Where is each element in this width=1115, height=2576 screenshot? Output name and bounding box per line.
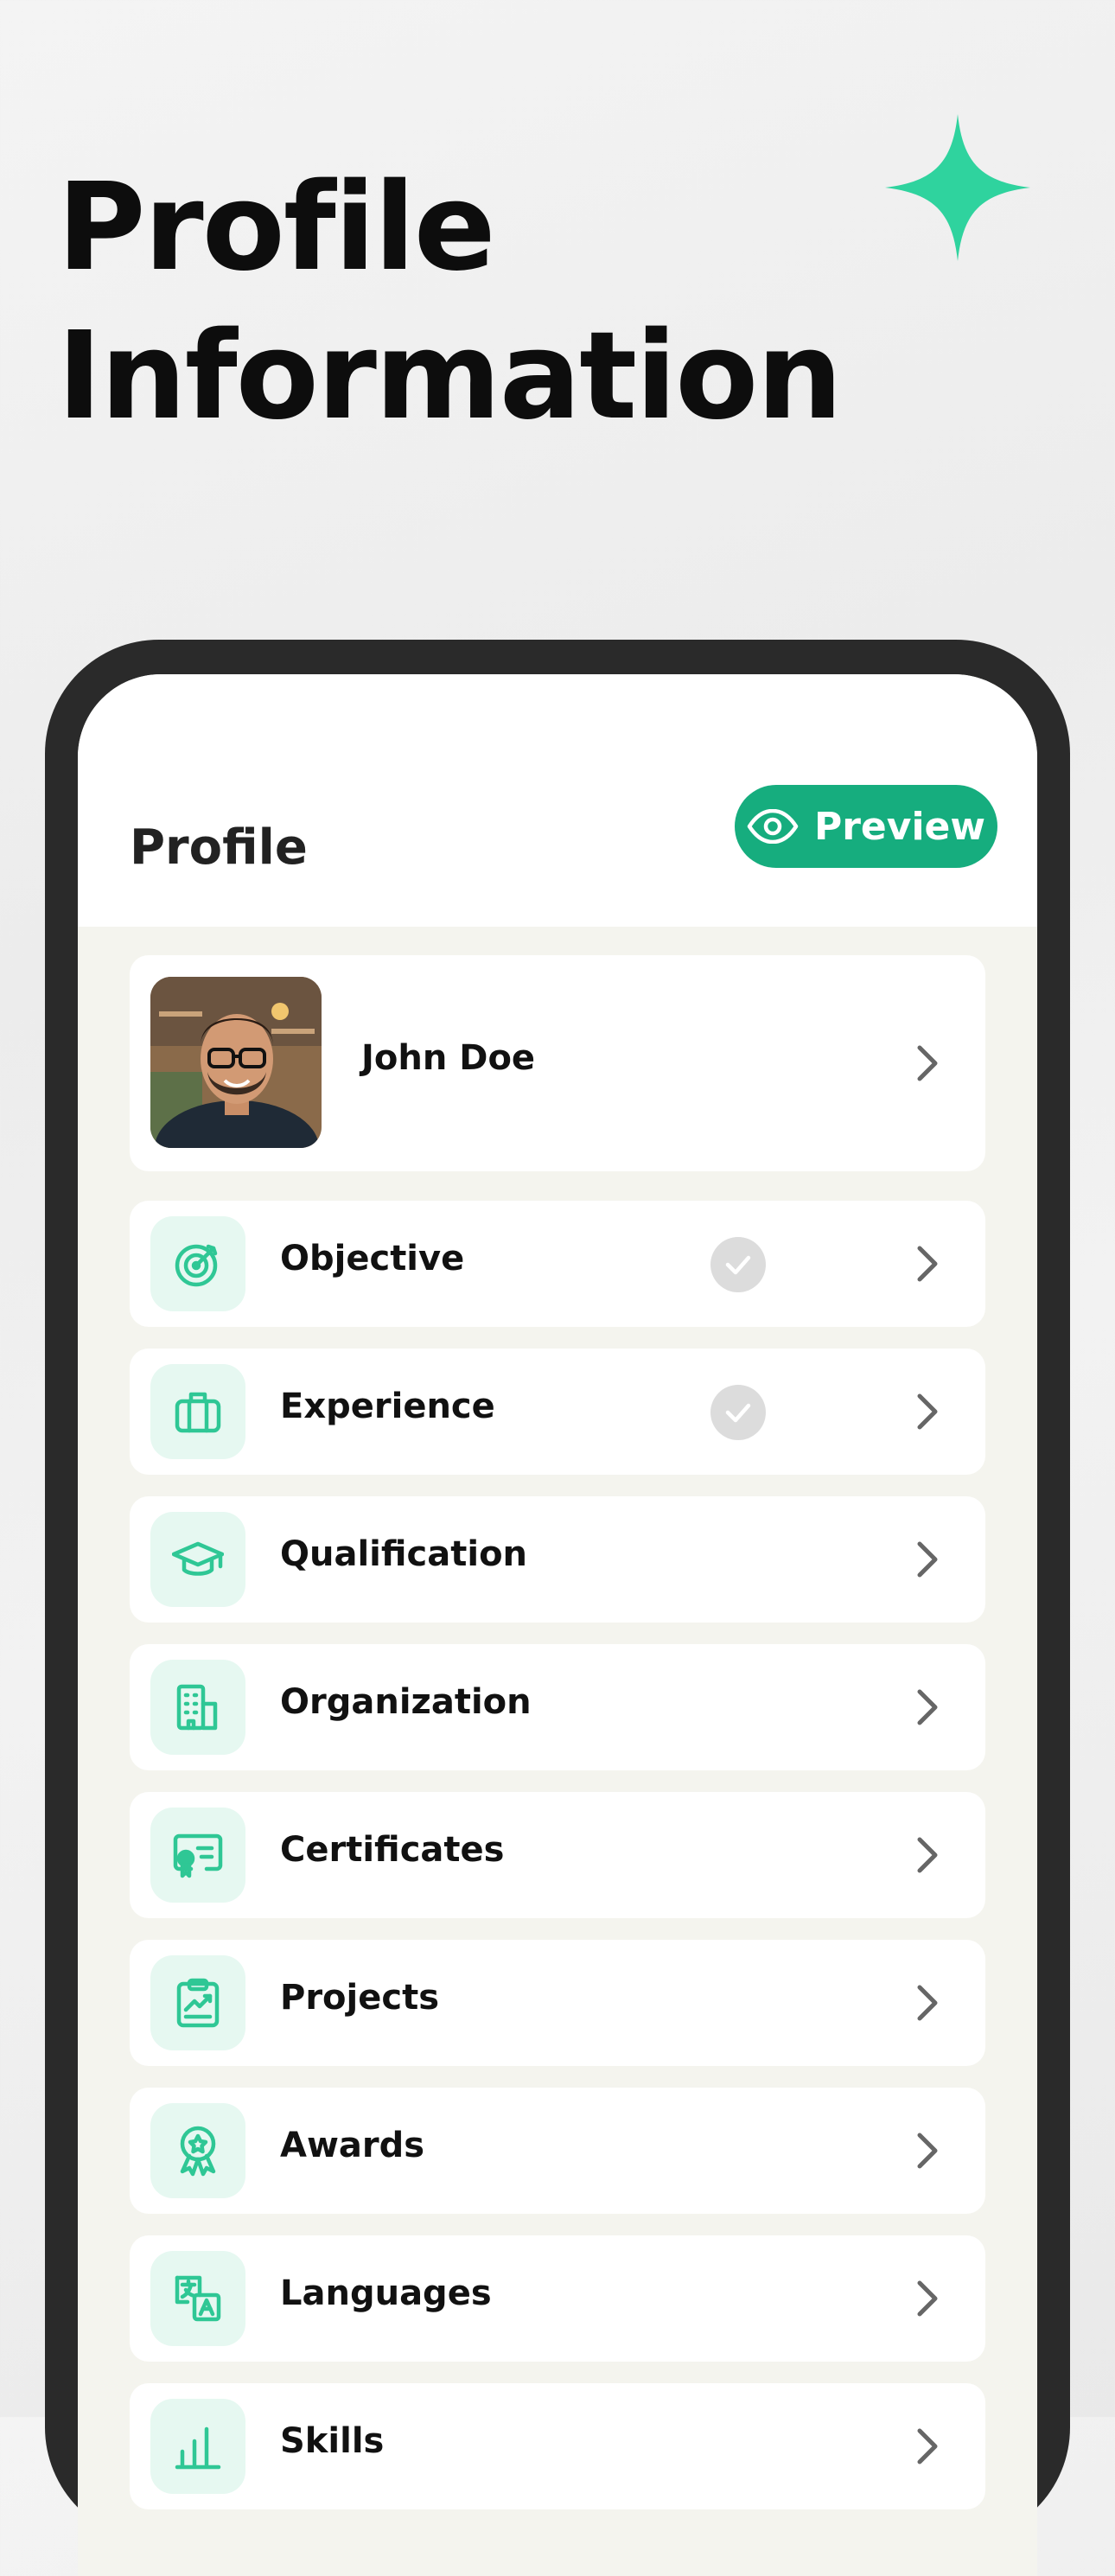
bar-chart-icon [175,2426,221,2470]
section-row-certificates[interactable]: Certificates [130,1792,985,1918]
section-label: Projects [280,1978,440,2018]
completed-check [710,1385,766,1440]
section-row-projects[interactable]: Projects [130,1940,985,2066]
section-row-objective[interactable]: Objective [130,1201,985,1327]
target-icon [175,1244,218,1287]
profile-name: John Doe [361,1038,536,1078]
chevron-right-icon [917,1541,938,1578]
briefcase-icon [175,1392,221,1433]
chevron-right-icon [917,1837,938,1873]
clipboard-chart-icon [176,1978,220,2028]
hero-title-line1: Profile [57,157,496,298]
section-label: Certificates [280,1830,505,1870]
sparkle-icon [885,114,1030,261]
preview-button[interactable]: Preview [735,785,997,868]
chevron-right-icon [917,1393,938,1430]
chevron-right-icon [917,1246,938,1282]
section-label: Objective [280,1239,465,1278]
chevron-right-icon [917,2133,938,2169]
page-title: Profile [130,819,308,876]
section-label: Organization [280,1682,532,1722]
translate-icon [175,2275,221,2322]
building-icon [176,1684,218,1731]
hero-title: Profile Information [57,154,843,451]
profile-card[interactable]: John Doe [130,955,985,1171]
section-row-awards[interactable]: Awards [130,2088,985,2214]
section-label: Skills [280,2421,385,2461]
avatar [150,977,322,1148]
phone-frame: Profile Preview John Doe Objective Exper… [45,640,1070,2576]
graduation-cap-icon [172,1541,224,1576]
chevron-right-icon [917,2280,938,2317]
section-label: Languages [280,2273,492,2313]
section-label: Awards [280,2126,425,2165]
section-row-languages[interactable]: Languages [130,2235,985,2362]
section-row-qualification[interactable]: Qualification [130,1496,985,1623]
award-badge-icon [180,2126,216,2177]
check-icon [725,1403,751,1423]
certificate-icon [173,1833,223,1878]
chevron-right-icon [917,2428,938,2464]
preview-button-label: Preview [813,804,986,849]
hero-title-line2: Information [57,306,843,447]
completed-check [710,1237,766,1292]
chevron-right-icon [917,1689,938,1725]
check-icon [725,1255,751,1275]
eye-icon [747,809,799,844]
section-label: Qualification [280,1534,528,1574]
chevron-right-icon [917,1985,938,2021]
section-row-organization[interactable]: Organization [130,1644,985,1770]
section-row-skills[interactable]: Skills [130,2383,985,2509]
section-label: Experience [280,1387,495,1426]
chevron-right-icon [917,1045,938,1081]
app-header: Profile Preview [78,674,1037,927]
phone-screen: Profile Preview John Doe Objective Exper… [78,674,1037,2576]
section-row-experience[interactable]: Experience [130,1349,985,1475]
